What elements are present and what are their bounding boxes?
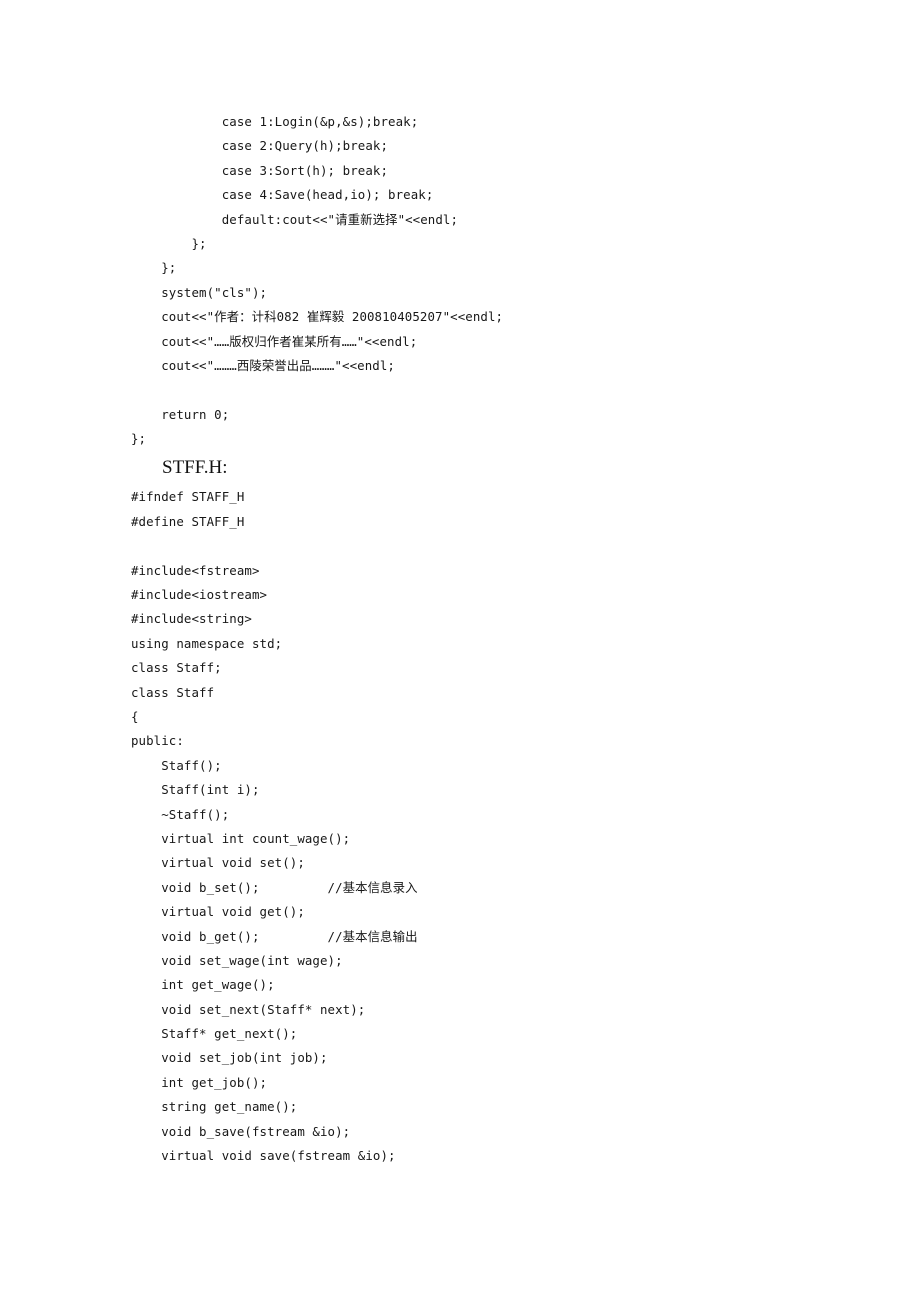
code-line: using namespace std; bbox=[131, 635, 283, 651]
code-line: class Staff; bbox=[131, 660, 222, 676]
main-function-tail-listing: case 1:Login(&p,&s);break; case 2:Query(… bbox=[131, 110, 851, 451]
code-line: }; bbox=[131, 235, 207, 251]
code-line: { bbox=[131, 708, 139, 724]
code-line: public: bbox=[131, 733, 184, 749]
document-page: case 1:Login(&p,&s);break; case 2:Query(… bbox=[0, 0, 920, 1302]
code-line: ~Staff(); bbox=[131, 806, 230, 822]
section-heading-staff-h: STFF.H: bbox=[162, 457, 228, 479]
code-line: #include<iostream> bbox=[131, 587, 268, 603]
code-line: class Staff bbox=[131, 684, 215, 700]
code-line: }; bbox=[131, 260, 177, 276]
document-body: case 1:Login(&p,&s);break; case 2:Query(… bbox=[131, 110, 851, 1168]
code-line: #include<string> bbox=[131, 611, 252, 627]
code-line: default:cout<<"请重新选择"<<endl; bbox=[131, 211, 459, 227]
code-line: void set_next(Staff* next); bbox=[131, 1001, 366, 1017]
code-line: void set_job(int job); bbox=[131, 1050, 328, 1066]
code-line: cout<<"作者：计科082 崔辉毅 200810405207"<<endl; bbox=[131, 309, 504, 325]
code-line: void set_wage(int wage); bbox=[131, 952, 343, 968]
code-line: #define STAFF_H bbox=[131, 513, 245, 529]
code-line: virtual void get(); bbox=[131, 904, 305, 920]
code-line: #include<fstream> bbox=[131, 562, 260, 578]
code-line: string get_name(); bbox=[131, 1099, 298, 1115]
code-line: case 2:Query(h);break; bbox=[131, 138, 389, 154]
code-line: case 3:Sort(h); break; bbox=[131, 162, 389, 178]
code-line: #ifndef STAFF_H bbox=[131, 489, 245, 505]
code-line: return 0; bbox=[131, 406, 230, 422]
code-line: Staff* get_next(); bbox=[131, 1026, 298, 1042]
code-line: virtual void save(fstream &io); bbox=[131, 1148, 396, 1164]
code-line: case 4:Save(head,io); break; bbox=[131, 187, 434, 203]
code-line: cout<<"………西陵荣誉出品………"<<endl; bbox=[131, 357, 395, 373]
code-line: virtual void set(); bbox=[131, 855, 305, 871]
code-line: }; bbox=[131, 431, 147, 447]
staff-header-listing: #ifndef STAFF_H #define STAFF_H #include<f… bbox=[131, 485, 851, 1168]
code-line: void b_save(fstream &io); bbox=[131, 1123, 351, 1139]
code-line: void b_set(); //基本信息录入 bbox=[131, 879, 418, 895]
code-line: int get_wage(); bbox=[131, 977, 275, 993]
code-line: void b_get(); //基本信息输出 bbox=[131, 928, 418, 944]
code-line: cout<<"……版权归作者崔某所有……"<<endl; bbox=[131, 333, 418, 349]
code-line: Staff(int i); bbox=[131, 782, 260, 798]
code-line: case 1:Login(&p,&s);break; bbox=[131, 114, 419, 129]
code-line: virtual int count_wage(); bbox=[131, 830, 351, 846]
code-line: int get_job(); bbox=[131, 1074, 268, 1090]
code-line: system("cls"); bbox=[131, 284, 268, 300]
code-line: Staff(); bbox=[131, 757, 222, 773]
